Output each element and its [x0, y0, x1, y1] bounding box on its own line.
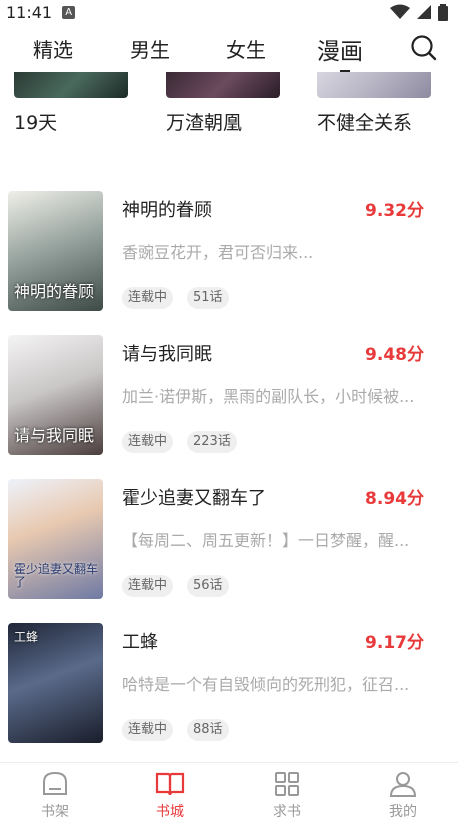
book-row[interactable]: 请与我同眠 请与我同眠 9.48分 加兰·诺伊斯，黑雨的副队长，小时候被... …	[0, 335, 458, 465]
user-icon	[389, 772, 417, 797]
book-score: 8.94分	[365, 489, 424, 509]
book-description: 哈特是一个有自毁倾向的死刑犯，征召...	[122, 675, 410, 694]
top-title-2[interactable]: 万渣朝凰	[166, 108, 242, 135]
nav-bookshelf[interactable]: 书架	[25, 769, 85, 820]
tab-female[interactable]: 女生	[226, 34, 266, 63]
top-title-1[interactable]: 19天	[14, 108, 57, 135]
category-tabs: 精选 男生 女生 漫画	[0, 24, 458, 72]
book-description: 【每周二、周五更新！】一日梦醒，醒...	[122, 531, 410, 550]
book-open-icon	[155, 772, 185, 796]
nav-request[interactable]: 求书	[257, 769, 317, 820]
status-badge: 连载中	[122, 719, 174, 741]
chapter-count-badge: 56话	[187, 575, 229, 597]
book-row[interactable]: 工蜂 工蜂 9.17分 哈特是一个有自毁倾向的死刑犯，征召... 连载中 88话	[0, 623, 458, 753]
search-icon[interactable]	[410, 34, 438, 62]
nav-label: 求书	[273, 804, 301, 820]
book-row[interactable]: 霍少追妻又翻车了 霍少追妻又翻车了 8.94分 【每周二、周五更新！】一日梦醒，…	[0, 479, 458, 609]
book-cover[interactable]: 工蜂	[8, 623, 103, 743]
notification-badge: A	[62, 5, 76, 19]
book-description: 加兰·诺伊斯，黑雨的副队长，小时候被...	[122, 387, 415, 406]
book-cover[interactable]: 神明的眷顾	[8, 191, 103, 311]
top-cover-2[interactable]	[166, 72, 280, 98]
status-bar: 11:41 A	[0, 0, 458, 24]
book-title[interactable]: 请与我同眠	[122, 340, 212, 366]
book-score: 9.17分	[365, 633, 424, 653]
battery-icon	[438, 3, 448, 21]
book-cover[interactable]: 请与我同眠	[8, 335, 103, 455]
book-score: 9.32分	[365, 201, 424, 221]
grid-icon	[275, 772, 299, 796]
chapter-count-badge: 88话	[187, 719, 229, 741]
chapter-count-badge: 51话	[187, 287, 229, 309]
top-cover-1[interactable]	[14, 72, 128, 98]
book-title[interactable]: 霍少追妻又翻车了	[122, 484, 266, 510]
chapter-count-badge: 223话	[187, 431, 237, 453]
cover-title: 工蜂	[14, 630, 39, 644]
tab-male[interactable]: 男生	[130, 34, 170, 63]
book-cover[interactable]: 霍少追妻又翻车了	[8, 479, 103, 599]
cover-title: 请与我同眠	[14, 426, 95, 446]
book-title[interactable]: 工蜂	[122, 628, 158, 654]
nav-label: 书城	[156, 804, 184, 820]
book-row[interactable]: 神明的眷顾 神明的眷顾 9.32分 香豌豆花开，君可否归来... 连载中 51话	[0, 191, 458, 321]
status-badge: 连载中	[122, 575, 174, 597]
bookshelf-icon	[43, 771, 67, 795]
nav-label: 书架	[41, 804, 69, 820]
nav-label: 我的	[389, 804, 417, 820]
status-time: 11:41	[6, 2, 53, 22]
bottom-nav: 书架 书城 求书 我的	[0, 762, 458, 820]
status-icons	[390, 3, 448, 21]
wifi-icon	[390, 4, 410, 19]
cover-title: 霍少追妻又翻车了	[14, 561, 99, 589]
book-title[interactable]: 神明的眷顾	[122, 196, 212, 222]
nav-profile[interactable]: 我的	[373, 769, 433, 820]
tab-comics[interactable]: 漫画	[317, 32, 363, 66]
top-cover-3[interactable]	[317, 72, 431, 98]
cover-title: 神明的眷顾	[14, 282, 95, 302]
tab-featured[interactable]: 精选	[33, 34, 73, 63]
nav-bookstore[interactable]: 书城	[140, 769, 200, 820]
status-badge: 连载中	[122, 287, 174, 309]
signal-icon	[417, 5, 431, 19]
book-description: 香豌豆花开，君可否归来...	[122, 243, 314, 262]
top-title-3[interactable]: 不健全关系	[317, 108, 412, 135]
status-badge: 连载中	[122, 431, 174, 453]
book-score: 9.48分	[365, 345, 424, 365]
